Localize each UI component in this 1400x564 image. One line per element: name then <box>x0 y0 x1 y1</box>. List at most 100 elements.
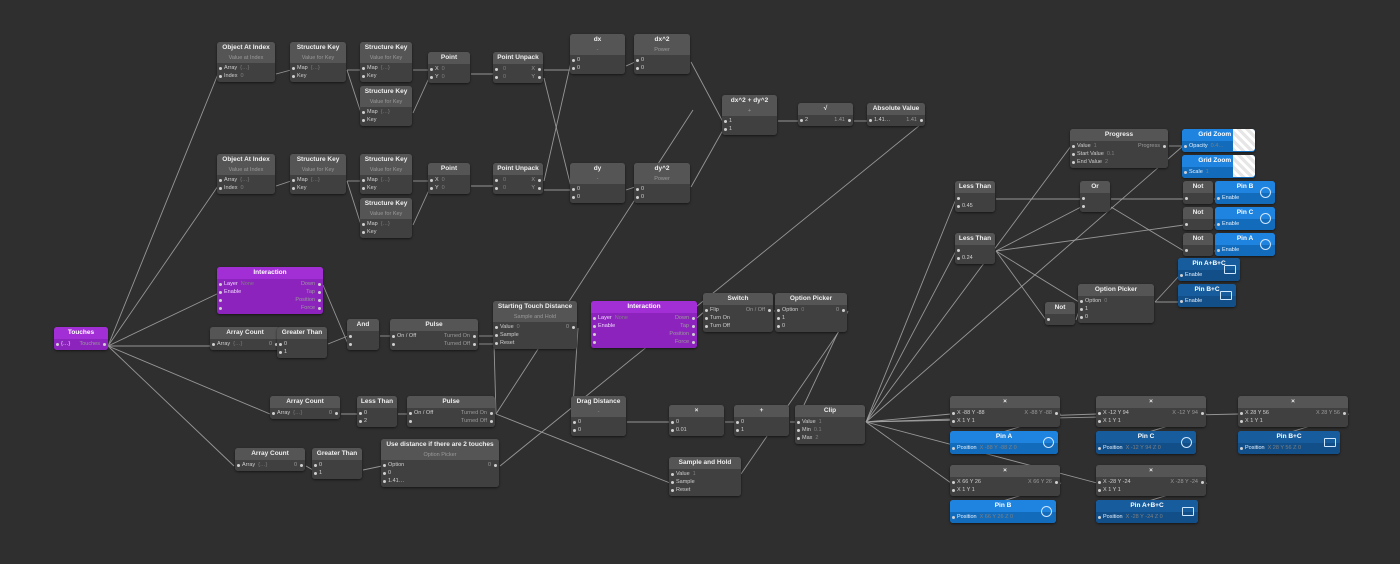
port-value[interactable]: {…} <box>381 177 390 183</box>
pin-abc-enable-node[interactable]: Pin A+B+C Enable <box>1178 258 1240 281</box>
input-port-icon[interactable] <box>292 187 295 190</box>
input-port-icon[interactable] <box>636 196 639 199</box>
port-row[interactable]: Y0 <box>428 184 470 192</box>
output-port-icon[interactable] <box>538 68 541 71</box>
port-row[interactable]: 2 1.41 <box>798 116 853 124</box>
port-row[interactable]: 0 <box>734 418 789 426</box>
output-port-icon[interactable] <box>538 179 541 182</box>
port-value[interactable]: 0 <box>503 185 506 191</box>
port-row[interactable]: 1.41… 1.41 <box>867 116 925 124</box>
input-port-icon[interactable] <box>495 334 498 337</box>
port-row[interactable]: X 1 Y 1 <box>950 486 1060 494</box>
object-at-index-node[interactable]: Object At Index Value at Index Array {…} Ind… <box>217 154 275 194</box>
port-row[interactable]: 0 <box>634 64 690 72</box>
pin-abc-position-node[interactable]: Pin A+B+C Position X -28 Y -24 Z 0 <box>1096 500 1198 523</box>
node-title[interactable]: dx <box>570 34 625 46</box>
port-value[interactable]: 0 <box>1104 298 1107 304</box>
input-port-icon[interactable] <box>495 326 498 329</box>
input-port-icon[interactable] <box>359 412 362 415</box>
port-value[interactable]: 0 <box>442 177 445 183</box>
port-row[interactable]: Value 1 <box>669 470 741 478</box>
input-port-icon[interactable] <box>362 111 365 114</box>
input-port-icon[interactable] <box>219 299 222 302</box>
port-value[interactable]: 2 <box>815 435 818 441</box>
pin-c-enable-node[interactable]: Pin C Enable <box>1215 207 1275 230</box>
port-row[interactable]: X 1 Y 1 <box>1096 417 1206 425</box>
output-port-icon[interactable] <box>318 299 321 302</box>
port-value[interactable]: X -12 Y 94 Z 0 <box>1126 445 1161 451</box>
port-row[interactable] <box>1045 315 1075 323</box>
input-port-icon[interactable] <box>409 412 412 415</box>
node-title[interactable]: dy <box>570 163 625 175</box>
input-port-icon[interactable] <box>1180 300 1183 303</box>
input-port-icon[interactable] <box>349 343 352 346</box>
node-title[interactable]: × <box>950 396 1060 408</box>
port-row[interactable]: 0 <box>634 56 690 64</box>
input-port-icon[interactable] <box>1082 205 1085 208</box>
option-picker-node[interactable]: Option Picker Option 0 0 1 0 <box>775 293 847 332</box>
node-title[interactable]: dy^2 <box>634 163 690 175</box>
input-port-icon[interactable] <box>219 307 222 310</box>
node-title[interactable]: dx^2 <box>634 34 690 46</box>
sample-and-hold-node[interactable]: Sample and Hold Value 1 Sample Reset <box>669 457 741 496</box>
input-port-icon[interactable] <box>572 67 575 70</box>
not-node[interactable]: Not <box>1183 233 1213 256</box>
input-port-icon[interactable] <box>724 128 727 131</box>
input-port-icon[interactable] <box>219 291 222 294</box>
input-port-icon[interactable] <box>1080 316 1083 319</box>
progress-node[interactable]: Progress Value 1 Progress Start Value 0.1 End … <box>1070 129 1168 168</box>
output-port-icon[interactable] <box>538 187 541 190</box>
port-row[interactable]: Index 0 <box>217 72 275 80</box>
input-port-icon[interactable] <box>430 68 433 71</box>
port-row[interactable]: Array {…} 0 <box>235 461 305 469</box>
pin-bc-enable-node[interactable]: Pin B+C Enable <box>1178 284 1236 307</box>
port-value[interactable]: 1 <box>693 471 696 477</box>
node-title[interactable]: × <box>1096 465 1206 477</box>
structure-key-node[interactable]: Structure Key Value for Key Map {…} Key <box>360 154 412 194</box>
output-port-icon[interactable] <box>1343 412 1346 415</box>
port-row[interactable]: Min 0.1 <box>795 426 865 434</box>
input-port-icon[interactable] <box>495 179 498 182</box>
input-port-icon[interactable] <box>636 188 639 191</box>
port-row[interactable] <box>1183 246 1213 254</box>
input-port-icon[interactable] <box>952 412 955 415</box>
port-row[interactable]: 0 <box>570 193 625 201</box>
point-node[interactable]: Point X 0 Y 0 <box>428 163 470 194</box>
port-row[interactable]: Option 0 0 <box>775 306 847 314</box>
output-port-icon[interactable] <box>490 412 493 415</box>
input-port-icon[interactable] <box>1185 223 1188 226</box>
output-port-icon[interactable] <box>692 317 695 320</box>
port-row[interactable]: Y0 <box>428 73 470 81</box>
input-port-icon[interactable] <box>797 437 800 440</box>
node-title[interactable]: Pin A <box>950 431 1058 443</box>
port-row[interactable]: Position <box>591 330 697 338</box>
input-port-icon[interactable] <box>1240 420 1243 423</box>
input-port-icon[interactable] <box>1072 145 1075 148</box>
input-port-icon[interactable] <box>636 67 639 70</box>
output-port-icon[interactable] <box>848 119 851 122</box>
port-value[interactable]: 0 <box>442 66 445 72</box>
port-row[interactable]: Key <box>290 184 346 192</box>
port-value[interactable]: {…} <box>381 109 390 115</box>
input-port-icon[interactable] <box>362 67 365 70</box>
structure-key-node[interactable]: Structure Key Value for Key Map {…} Key <box>360 198 412 238</box>
input-port-icon[interactable] <box>430 179 433 182</box>
node-title[interactable]: Not <box>1045 302 1075 314</box>
input-port-icon[interactable] <box>1217 249 1220 252</box>
port-row[interactable]: Map {…} <box>290 64 346 72</box>
less-than-node[interactable]: Less Than 0.45 <box>955 181 995 212</box>
port-row[interactable] <box>955 194 995 202</box>
port-value[interactable]: X -88 Y -88 Z 0 <box>980 445 1017 451</box>
node-title[interactable]: Structure Key <box>360 154 412 166</box>
node-title[interactable]: Structure Key <box>360 198 412 210</box>
input-port-icon[interactable] <box>1098 420 1101 423</box>
port-row[interactable]: Key <box>360 116 412 124</box>
port-row[interactable]: 0 <box>570 64 625 72</box>
point-unpack-node[interactable]: Point Unpack 0 X 0 Y <box>493 163 543 194</box>
port-row[interactable]: 0X <box>493 176 543 184</box>
or-node[interactable]: Or <box>1080 181 1110 212</box>
multiply-pin-c-node[interactable]: × X -12 Y 94 X -12 Y 94 X 1 Y 1 <box>1096 396 1206 427</box>
port-row[interactable]: 1 <box>734 426 789 434</box>
port-row[interactable]: 0 <box>357 409 397 417</box>
input-port-icon[interactable] <box>392 343 395 346</box>
